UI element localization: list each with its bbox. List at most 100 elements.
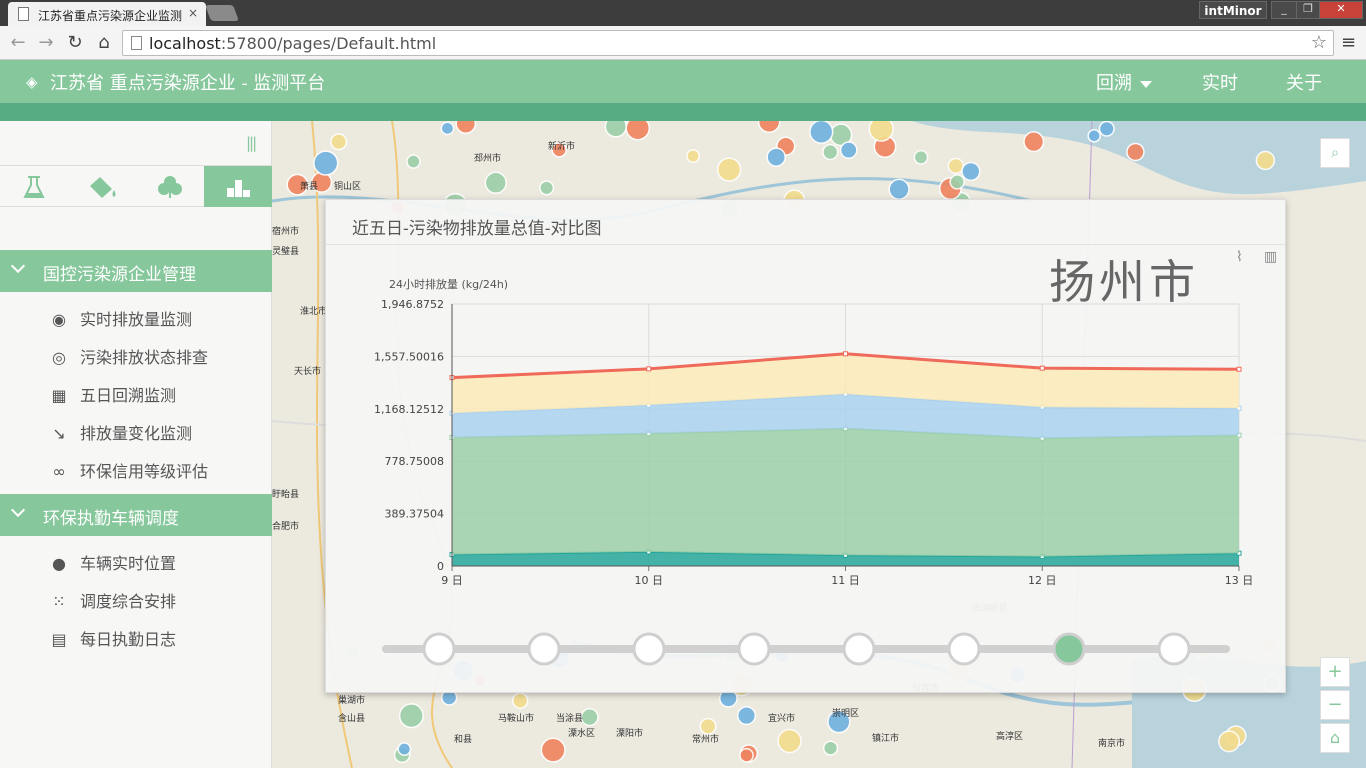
map-label: 崇明区 bbox=[832, 709, 860, 719]
map-label: 和县 bbox=[454, 735, 473, 745]
map-marker bbox=[1218, 730, 1241, 753]
map-marker bbox=[949, 174, 965, 190]
map-marker bbox=[947, 157, 964, 175]
sidebar-item-status-check[interactable]: ◎ 污染排放状态排查 bbox=[48, 344, 208, 372]
zoom-in-button[interactable]: + bbox=[1320, 657, 1350, 687]
sidebar-item-label: 环保信用等级评估 bbox=[80, 462, 209, 481]
tab-statistics[interactable] bbox=[204, 166, 272, 207]
slider-stop bbox=[527, 632, 561, 666]
sidebar-item-realtime-emission[interactable]: ◉ 实时排放量监测 bbox=[48, 306, 192, 334]
browser-tab-title: 江苏省重点污染源企业监测 bbox=[38, 9, 183, 23]
timeline-slider[interactable] bbox=[326, 620, 1287, 680]
map-label: 萧县 bbox=[300, 182, 319, 192]
map-label: 淮北市 bbox=[300, 307, 328, 317]
sidebar-item-five-day[interactable]: ▦ 五日回溯监测 bbox=[48, 382, 176, 410]
calendar-icon: ▦ bbox=[51, 386, 67, 405]
browser-tab[interactable]: 江苏省重点污染源企业监测 × bbox=[8, 2, 206, 26]
maximize-button[interactable]: ❐ bbox=[1296, 1, 1320, 19]
sidebar-item-label: 实时排放量监测 bbox=[80, 310, 193, 329]
map-marker bbox=[330, 133, 348, 151]
map-marker bbox=[625, 121, 651, 141]
new-tab-button[interactable] bbox=[205, 5, 239, 21]
tab-close-icon[interactable]: × bbox=[188, 6, 198, 20]
panel-header: 近五日-污染物排放量总值-对比图 bbox=[326, 200, 1285, 245]
sidebar-item-label: 每日执勤日志 bbox=[80, 630, 177, 649]
bookmark-star-icon[interactable]: ☆ bbox=[1311, 32, 1327, 53]
user-badge[interactable]: intMinor bbox=[1199, 1, 1267, 19]
map-marker bbox=[1098, 121, 1115, 137]
minimize-button[interactable]: _ bbox=[1271, 1, 1297, 19]
nav-realtime[interactable]: 实时 bbox=[1202, 69, 1238, 95]
close-window-button[interactable]: ✕ bbox=[1319, 1, 1363, 19]
map-marker bbox=[406, 154, 421, 169]
slider-stop bbox=[842, 632, 876, 666]
map-marker bbox=[540, 737, 566, 763]
url-path: :57800/pages/Default.html bbox=[220, 34, 437, 53]
clipboard-icon: ▤ bbox=[51, 630, 67, 649]
home-icon[interactable]: ⌂ bbox=[94, 32, 114, 53]
line-chart-icon[interactable]: ⌇ bbox=[1236, 249, 1243, 265]
browser-menu-icon[interactable]: ≡ bbox=[1341, 32, 1356, 53]
section-vehicle-dispatch[interactable]: 环保执勤车辆调度 bbox=[0, 494, 272, 536]
map-marker bbox=[839, 141, 858, 160]
section-title: 国控污染源企业管理 bbox=[43, 265, 196, 285]
map-marker bbox=[822, 143, 839, 161]
map-label: 溧水区 bbox=[568, 729, 596, 739]
x-tick-label: 10 日 bbox=[635, 574, 664, 587]
y-tick-label: 778.75008 bbox=[385, 455, 445, 468]
forward-icon[interactable]: → bbox=[36, 32, 56, 53]
series-area bbox=[452, 428, 1239, 557]
y-tick-label: 1,168.12512 bbox=[374, 403, 444, 416]
nav-history[interactable]: 回溯 bbox=[1096, 69, 1152, 95]
map-marker bbox=[888, 178, 910, 200]
grid-icon: ⁙ bbox=[52, 592, 66, 611]
reload-icon[interactable]: ↻ bbox=[65, 32, 85, 53]
map-label: 宜兴市 bbox=[768, 714, 796, 724]
section-pollution-management[interactable]: 国控污染源企业管理 bbox=[0, 250, 272, 292]
sidebar-item-credit-rating[interactable]: ∞ 环保信用等级评估 bbox=[48, 458, 208, 486]
map-marker bbox=[686, 149, 701, 164]
zoom-out-button[interactable]: − bbox=[1320, 690, 1350, 720]
y-tick-label: 389.37504 bbox=[385, 508, 445, 521]
layers-icon: ◈ bbox=[26, 73, 38, 91]
app-title: 江苏省 重点污染源企业 - 监测平台 bbox=[50, 73, 326, 94]
map-marker bbox=[1126, 142, 1145, 162]
slider-stop bbox=[737, 632, 771, 666]
map-marker bbox=[716, 157, 742, 182]
bars-icon[interactable]: ||| bbox=[246, 134, 257, 152]
map-marker bbox=[484, 171, 507, 194]
map-label: 合肥市 bbox=[272, 522, 300, 532]
map-marker bbox=[313, 150, 339, 176]
sidebar-item-daily-log[interactable]: ▤ 每日执勤日志 bbox=[48, 626, 176, 654]
x-tick-label: 13 日 bbox=[1225, 574, 1254, 587]
app-header: ◈ 江苏省 重点污染源企业 - 监测平台 回溯 实时 关于 bbox=[0, 60, 1366, 103]
nav-about[interactable]: 关于 bbox=[1286, 69, 1322, 95]
map-label: 天长市 bbox=[294, 367, 322, 377]
map-marker bbox=[1023, 131, 1045, 153]
bar-chart-icon[interactable]: ▥ bbox=[1264, 249, 1277, 265]
sidebar-item-dispatch-plan[interactable]: ⁙ 调度综合安排 bbox=[48, 588, 176, 616]
map-label: 当涂县 bbox=[556, 714, 584, 724]
address-bar[interactable]: localhost:57800/pages/Default.html ☆ bbox=[122, 30, 1334, 56]
slider-stop bbox=[422, 632, 456, 666]
tab-ecology[interactable] bbox=[136, 166, 204, 207]
tab-chemistry[interactable] bbox=[0, 166, 68, 207]
x-tick-label: 11 日 bbox=[831, 574, 860, 587]
chevron-down-icon bbox=[1140, 80, 1152, 88]
y-axis-label: 24小时排放量 (kg/24h) bbox=[389, 277, 508, 291]
sidebar-item-vehicle-location[interactable]: ● 车辆实时位置 bbox=[48, 550, 176, 578]
map-label: 含山县 bbox=[338, 714, 366, 724]
header-stripe bbox=[0, 103, 1366, 121]
map-label: 灵璧县 bbox=[272, 247, 300, 257]
target-icon: ◎ bbox=[52, 348, 66, 367]
map-home-icon[interactable]: ⌂ bbox=[1320, 723, 1350, 753]
sidebar-item-emission-change[interactable]: ↘ 排放量变化监测 bbox=[48, 420, 192, 448]
map-label: 镇江市 bbox=[872, 734, 900, 744]
map-search-icon[interactable]: ⌕ bbox=[1320, 138, 1350, 168]
back-icon[interactable]: ← bbox=[8, 32, 28, 53]
map-marker bbox=[961, 161, 981, 182]
map-pin-icon: ● bbox=[52, 554, 66, 573]
tab-water[interactable] bbox=[68, 166, 136, 207]
map-marker bbox=[397, 742, 412, 757]
map-label: 高淳区 bbox=[996, 732, 1024, 742]
